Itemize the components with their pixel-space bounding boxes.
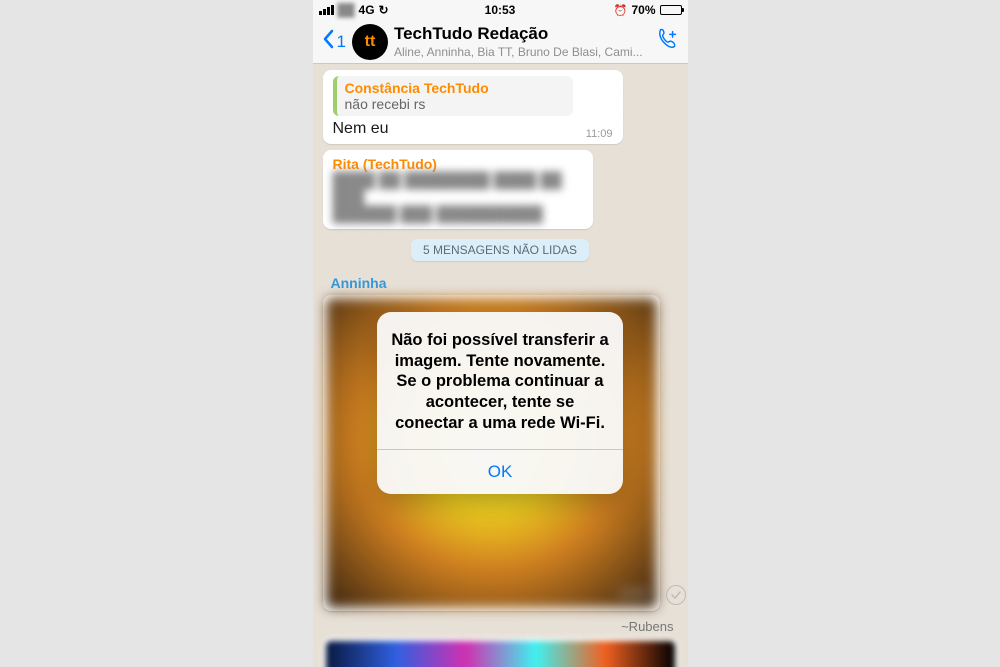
- avatar[interactable]: tt: [352, 24, 388, 60]
- activity-icon: ↻: [379, 3, 389, 17]
- ok-button[interactable]: OK: [377, 450, 623, 494]
- chat-header: 1 tt TechTudo Redação Aline, Anninha, Bi…: [313, 20, 688, 64]
- clock: 10:53: [485, 3, 516, 17]
- back-count: 1: [337, 32, 346, 52]
- alert-dialog: Não foi possível transferir a imagem. Te…: [377, 312, 623, 494]
- back-button[interactable]: 1: [321, 29, 346, 54]
- battery-percent: 70%: [631, 3, 655, 17]
- status-bar: ██ 4G ↻ 10:53 70%: [313, 0, 688, 20]
- chat-title: TechTudo Redação: [394, 24, 648, 44]
- alert-backdrop: Não foi possível transferir a imagem. Te…: [313, 64, 688, 667]
- chat-body[interactable]: Constância TechTudo não recebi rs Nem eu…: [313, 64, 688, 667]
- network-label: 4G: [359, 3, 375, 17]
- call-button[interactable]: [654, 26, 680, 57]
- chat-title-block[interactable]: TechTudo Redação Aline, Anninha, Bia TT,…: [394, 24, 648, 59]
- signal-icon: [319, 5, 334, 15]
- carrier-label: ██: [338, 3, 355, 17]
- battery-icon: [660, 5, 682, 15]
- alarm-icon: [614, 3, 628, 17]
- chat-subtitle: Aline, Anninha, Bia TT, Bruno De Blasi, …: [394, 45, 648, 59]
- alert-message: Não foi possível transferir a imagem. Te…: [377, 312, 623, 449]
- phone-screen: ██ 4G ↻ 10:53 70% 1 tt TechTudo Redação …: [313, 0, 688, 667]
- chevron-left-icon: [321, 29, 335, 54]
